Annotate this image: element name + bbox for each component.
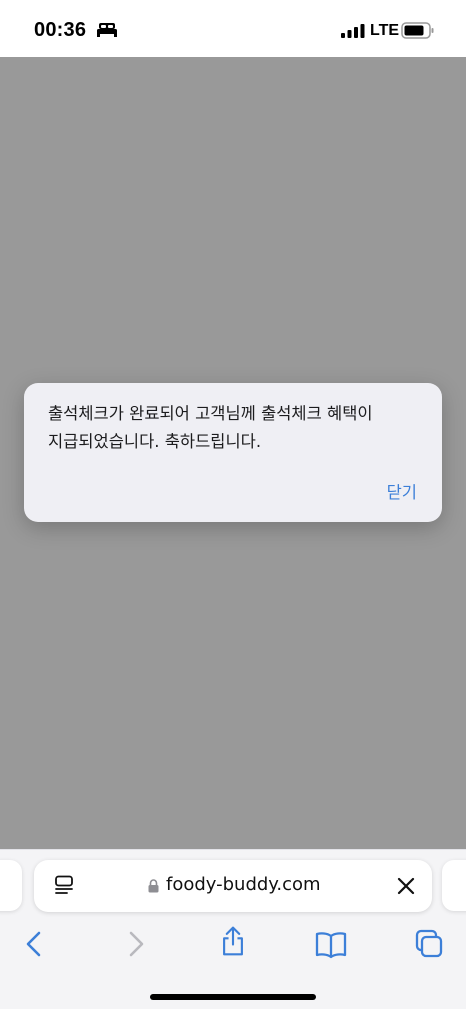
status-time: 00:36	[34, 19, 87, 41]
lock-icon	[148, 879, 159, 893]
address-bar[interactable]: foody-buddy.com	[34, 860, 432, 912]
share-icon[interactable]	[215, 925, 251, 957]
network-type-label: LTE	[370, 22, 400, 39]
bookmarks-icon[interactable]	[313, 928, 349, 960]
battery-icon	[401, 22, 434, 39]
cellular-signal-icon	[341, 24, 365, 38]
home-indicator	[150, 994, 316, 1000]
alert-message-line-1: 출석체크가 완료되어 고객님께 출석체크 혜택이	[48, 404, 373, 423]
previous-tab-preview[interactable]	[0, 860, 22, 911]
status-bar: 00:36 LTE	[0, 0, 466, 57]
forward-icon[interactable]	[117, 928, 153, 960]
alert-message-line-2: 지급되었습니다. 축하드립니다.	[48, 432, 262, 451]
alert-dialog: 출석체크가 완료되어 고객님께 출석체크 혜택이 지급되었습니다. 축하드립니다…	[24, 383, 442, 522]
tabs-icon[interactable]	[411, 928, 447, 960]
next-tab-preview[interactable]	[442, 860, 466, 911]
reader-icon[interactable]	[54, 875, 74, 897]
url-text[interactable]: foody-buddy.com	[166, 874, 321, 895]
clear-icon[interactable]	[397, 877, 415, 895]
browser-toolbar: foody-buddy.com	[0, 849, 466, 1009]
alert-message: 출석체크가 완료되어 고객님께 출석체크 혜택이 지급되었습니다. 축하드립니다…	[48, 400, 428, 456]
bed-icon	[97, 23, 117, 37]
back-icon[interactable]	[17, 928, 53, 960]
close-button[interactable]: 닫기	[387, 479, 417, 503]
